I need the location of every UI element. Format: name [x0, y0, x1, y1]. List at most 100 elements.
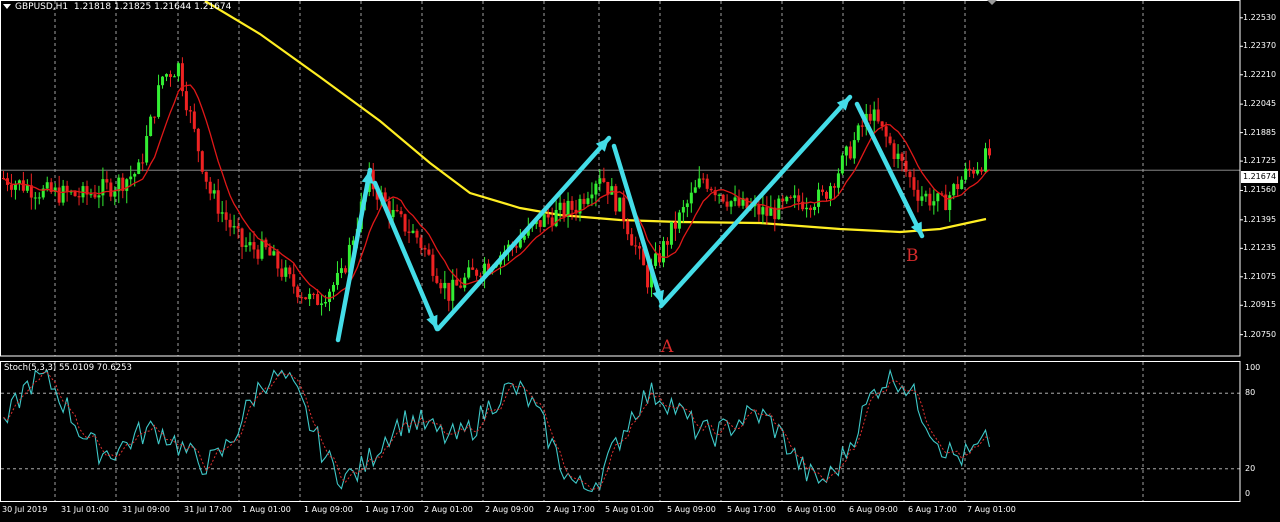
stochastic-tick-label: 80 [1245, 388, 1256, 398]
candle-body [157, 85, 161, 117]
candle-body [172, 76, 176, 78]
candle-body [701, 178, 705, 180]
candle-body [77, 196, 81, 198]
time-tick-label: 2 Aug 17:00 [546, 505, 595, 514]
candle-body [423, 247, 427, 250]
candle-body [455, 279, 459, 286]
candle-body [920, 196, 924, 201]
candle-body [415, 230, 419, 238]
candle-body [471, 267, 475, 270]
candle-body [793, 195, 797, 198]
candle-body [395, 209, 399, 212]
candle-body [292, 274, 296, 287]
time-tick-label: 31 Jul 17:00 [184, 505, 232, 514]
candle-body [133, 173, 137, 177]
time-tick-label: 31 Jul 01:00 [61, 505, 109, 514]
candle-body [463, 277, 467, 288]
price-tick-label: 1.22530 [1243, 12, 1277, 22]
candle-body [451, 279, 455, 301]
candle-body [646, 265, 650, 288]
candle-body [514, 246, 518, 248]
candle-body [479, 275, 483, 277]
candle-body [276, 251, 280, 269]
candle-body [542, 214, 546, 227]
candle-body [689, 192, 693, 204]
price-tick-label: 1.20750 [1243, 329, 1277, 339]
candle-body [188, 110, 192, 112]
candle-body [876, 109, 880, 122]
time-tick-label: 6 Aug 09:00 [849, 505, 898, 514]
candle-body [733, 197, 737, 202]
candle-body [13, 184, 17, 190]
candle-body [304, 297, 308, 300]
candle-body [610, 186, 614, 195]
candle-body [141, 162, 145, 164]
chart-shift-icon[interactable] [987, 0, 997, 5]
candle-body [654, 253, 658, 266]
candle-body [586, 198, 590, 204]
time-tick-label: 1 Aug 09:00 [304, 505, 353, 514]
candle-body [161, 76, 165, 86]
candle-body [419, 237, 423, 248]
candle-body [109, 182, 113, 197]
trend-arrow-shaft [335, 167, 373, 343]
candle-body [443, 282, 447, 289]
candle-body [280, 268, 284, 277]
time-tick-label: 2 Aug 09:00 [485, 505, 534, 514]
candle-body [721, 194, 725, 202]
candle-body [467, 267, 471, 278]
candle-body [316, 294, 320, 305]
time-tick-label: 1 Aug 17:00 [365, 505, 414, 514]
candle-body [900, 153, 904, 161]
candle-body [192, 111, 196, 129]
candle-body [661, 241, 665, 263]
candle-body [968, 168, 972, 171]
time-tick-label: 6 Aug 17:00 [908, 505, 957, 514]
candle-body [200, 151, 204, 172]
candle-body [204, 171, 208, 182]
candle-body [145, 136, 149, 163]
stochastic-tick-label: 20 [1245, 463, 1256, 473]
candle-body [538, 220, 542, 227]
chart-canvas[interactable] [0, 0, 1280, 522]
stochastic-oscillator [3, 368, 991, 493]
candle-body [626, 221, 630, 235]
time-tick-label: 5 Aug 09:00 [667, 505, 716, 514]
trend-arrow-shaft [372, 180, 440, 332]
candle-body [407, 231, 411, 233]
candle-body [980, 169, 984, 172]
time-tick-label: 30 Jul 2019 [2, 505, 48, 514]
candle-body [836, 173, 840, 188]
candle-body [725, 201, 729, 207]
candle-body [892, 143, 896, 159]
candle-body [972, 170, 976, 174]
ohlc-values: 1.21818 1.21825 1.21644 1.21674 [73, 2, 232, 12]
candle-body [673, 221, 677, 229]
candle-body [343, 268, 347, 273]
candle-body [844, 146, 848, 156]
candle-body [391, 209, 395, 218]
chevron-down-icon[interactable] [3, 4, 11, 9]
candle-body [129, 176, 133, 180]
annotation-a: A [661, 337, 674, 357]
trend-arrows [335, 94, 925, 343]
time-tick-label: 6 Aug 01:00 [787, 505, 836, 514]
candle-body [765, 207, 769, 216]
price-pane-frame [0, 0, 1241, 357]
candle-body [113, 191, 117, 197]
candle-body [821, 189, 825, 192]
candle-body [475, 269, 479, 276]
candle-body [431, 254, 435, 276]
candle-body [904, 160, 908, 172]
trend-arrow-shaft [611, 143, 665, 307]
candle-body [228, 219, 232, 228]
candle-body [212, 190, 216, 194]
candle-body [149, 116, 153, 137]
candle-body [33, 197, 37, 199]
candle-body [598, 178, 602, 184]
candle-body [296, 286, 300, 298]
candle-body [9, 184, 13, 190]
candle-body [912, 177, 916, 190]
candle-body [447, 282, 451, 301]
candle-body [936, 193, 940, 202]
